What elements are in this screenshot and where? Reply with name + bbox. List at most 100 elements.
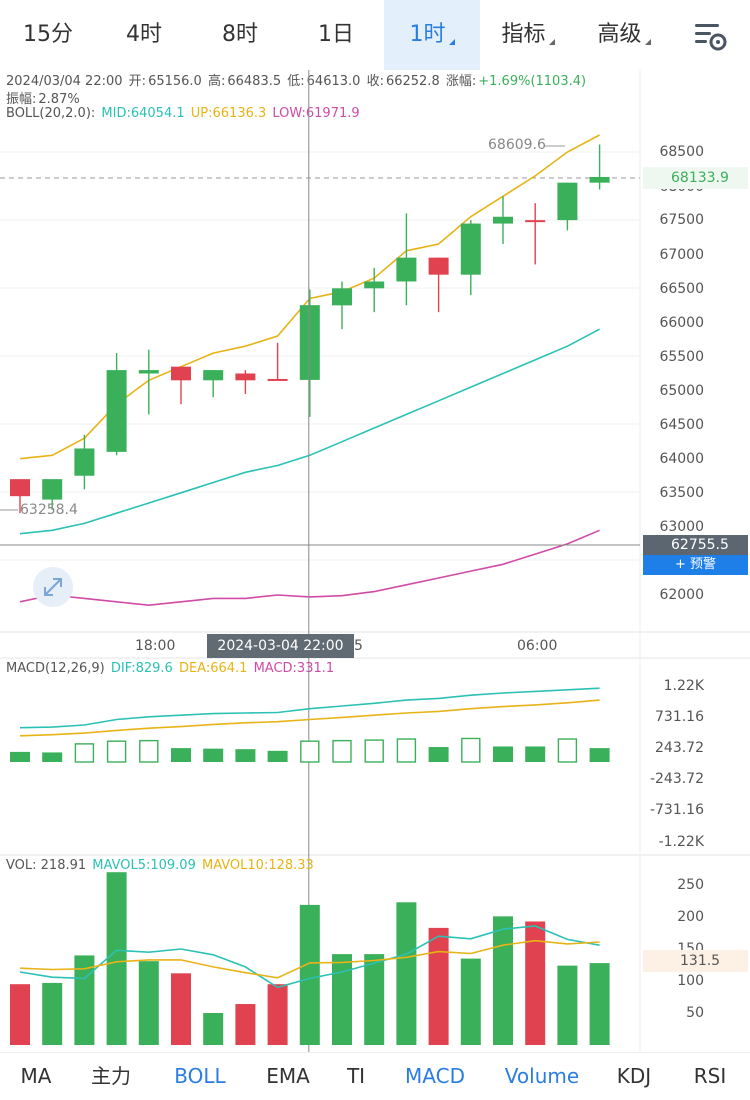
indicator-boll[interactable]: BOLL xyxy=(160,1053,240,1100)
price-axis-label: 64000 xyxy=(659,451,704,467)
candle-body xyxy=(42,479,63,500)
macd-hist-bar xyxy=(589,748,610,762)
candle-body xyxy=(589,176,610,183)
macd-dea-line xyxy=(19,699,600,737)
volume-bar xyxy=(589,963,610,1045)
mavol10-value: MAVOL10:128.33 xyxy=(201,858,314,873)
candle-body xyxy=(428,257,449,275)
candle-body xyxy=(74,448,95,476)
price-axis-label: 63500 xyxy=(659,485,704,501)
indicator-volume[interactable]: Volume xyxy=(498,1053,586,1100)
indicator-macd[interactable]: MACD xyxy=(395,1053,475,1100)
crosshair-time-tag: 2024-03-04 22:00 xyxy=(207,634,354,658)
candle-body xyxy=(460,223,481,275)
macd-hist-bar xyxy=(42,752,63,762)
candle-body xyxy=(364,281,385,289)
price-axis-label: 62000 xyxy=(659,587,704,603)
macd-hist-bar xyxy=(10,751,30,762)
volume-bar xyxy=(299,904,320,1045)
macd-hist-bar xyxy=(235,749,256,762)
vol-axis-label: 250 xyxy=(677,877,704,893)
candle-body xyxy=(10,479,30,497)
macd-dif-line xyxy=(19,687,600,729)
max-price-marker: 68609.6 xyxy=(488,137,546,153)
macd-dif-value: DIF:829.6 xyxy=(110,661,173,676)
candle-body xyxy=(106,370,127,452)
vol-crosshair-tag: 131.5 xyxy=(643,950,748,972)
macd-hist-bar xyxy=(106,740,127,763)
price-axis-label: 63000 xyxy=(659,519,704,535)
current-price-tag: 68133.9 xyxy=(643,167,748,189)
candle-body xyxy=(493,216,513,224)
candle-body xyxy=(332,288,352,306)
volume-bar xyxy=(428,927,449,1045)
price-axis-label: 65500 xyxy=(659,349,704,365)
macd-hist-bar xyxy=(396,738,417,763)
candle-body xyxy=(267,378,288,381)
price-axis-label: 68500 xyxy=(659,144,704,160)
macd-hist-bar xyxy=(332,739,352,763)
macd-axis-label: 1.22K xyxy=(663,678,704,694)
indicator-ti[interactable]: TI xyxy=(336,1053,376,1100)
macd-hist-bar xyxy=(171,748,191,762)
min-price-marker: 63258.4 xyxy=(20,502,78,518)
macd-hist-bar xyxy=(493,746,513,762)
macd-hist-bar xyxy=(203,748,224,762)
indicator-main-force[interactable]: 主力 xyxy=(75,1053,147,1100)
candle-body xyxy=(525,220,546,223)
indicator-ma[interactable]: MA xyxy=(0,1053,72,1100)
candle-body xyxy=(557,182,578,221)
macd-hist-bar xyxy=(525,746,546,762)
vol-info-line: VOL: 218.91 MAVOL5:109.09 MAVOL10:128.33 xyxy=(6,858,316,873)
indicator-rsi[interactable]: RSI xyxy=(680,1053,740,1100)
macd-hist-bar xyxy=(300,740,320,763)
crosshair-price-tag: 62755.5 xyxy=(643,535,748,555)
price-axis-label: 66000 xyxy=(659,315,704,331)
macd-axis-label: 731.16 xyxy=(655,709,704,725)
macd-info-line: MACD(12,26,9) DIF:829.6 DEA:664.1 MACD:3… xyxy=(6,661,336,676)
macd-dea-value: DEA:664.1 xyxy=(178,661,248,676)
boll-low-line xyxy=(19,529,600,607)
macd-label: MACD(12,26,9) xyxy=(6,661,105,676)
macd-axis-label: -243.72 xyxy=(649,771,704,787)
price-axis-label: 67500 xyxy=(659,212,704,228)
volume-bar xyxy=(493,916,513,1045)
mavol5-value: MAVOL5:109.09 xyxy=(92,858,196,873)
macd-hist-bar xyxy=(74,743,95,763)
volume-bar xyxy=(10,984,30,1045)
vol-label: VOL: 218.91 xyxy=(6,858,87,873)
candle-body xyxy=(235,373,256,381)
macd-macd-value: MACD:331.1 xyxy=(253,661,335,676)
macd-hist-bar xyxy=(557,738,578,763)
macd-hist-bar xyxy=(267,750,288,762)
vol-axis-label: 200 xyxy=(677,909,704,925)
candle-body xyxy=(171,366,191,381)
price-axis-label: 66500 xyxy=(659,281,704,297)
volume-bar xyxy=(42,982,63,1045)
macd-axis-label: -1.22K xyxy=(658,834,704,850)
price-axis-label: 64500 xyxy=(659,417,704,433)
candle-body xyxy=(203,370,224,381)
volume-bar xyxy=(203,1013,224,1045)
indicator-bar: MA 主力 BOLL EMA TI MACD Volume KDJ RSI xyxy=(0,1052,750,1099)
macd-axis-label: 243.72 xyxy=(655,740,704,756)
kline-chart[interactable] xyxy=(0,0,750,1052)
volume-bar xyxy=(557,965,578,1045)
volume-bar xyxy=(106,872,127,1045)
indicator-ema[interactable]: EMA xyxy=(252,1053,324,1100)
macd-hist-bar xyxy=(428,747,449,762)
volume-bar xyxy=(138,961,159,1045)
add-alert-button[interactable]: + 预警 xyxy=(643,555,748,575)
volume-bar xyxy=(332,954,352,1045)
expand-icon[interactable] xyxy=(33,567,73,607)
time-axis-label: 5 xyxy=(354,638,363,654)
macd-hist-bar xyxy=(461,737,481,763)
vol-axis-label: 50 xyxy=(686,1005,704,1021)
time-axis-label: 06:00 xyxy=(517,638,558,654)
volume-bar xyxy=(235,1004,256,1045)
indicator-kdj[interactable]: KDJ xyxy=(600,1053,668,1100)
price-axis-label: 67000 xyxy=(659,247,704,263)
vol-axis-label: 100 xyxy=(677,973,704,989)
macd-hist-bar xyxy=(364,739,384,763)
time-axis-label: 18:00 xyxy=(135,638,176,654)
